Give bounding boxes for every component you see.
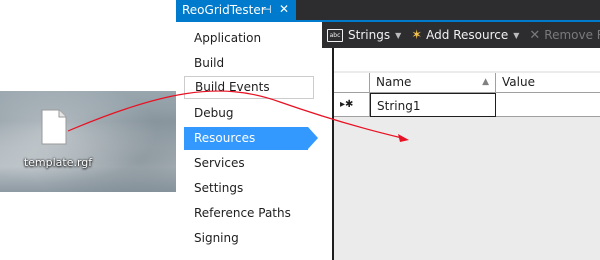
property-nav: Application Build Build Events Debug Res… bbox=[176, 22, 332, 260]
file-name-label: template.rgf bbox=[23, 156, 93, 169]
nav-item-settings[interactable]: Settings bbox=[184, 177, 314, 200]
column-header-value[interactable]: Value bbox=[496, 73, 600, 92]
screenshot: template.rgf ReoGridTester ⊣ ✕ Applicati… bbox=[0, 0, 600, 260]
sort-ascending-icon: ▲ bbox=[482, 77, 489, 87]
strings-dropdown[interactable]: abc Strings ▼ bbox=[322, 28, 406, 42]
nav-item-build-events[interactable]: Build Events bbox=[184, 76, 314, 99]
desktop-area: template.rgf bbox=[0, 91, 176, 192]
table-row[interactable]: ▸✱ String1 bbox=[334, 93, 600, 117]
remove-resource-label: Remove Res bbox=[544, 28, 600, 42]
corner-cell[interactable] bbox=[334, 73, 370, 92]
grid-header-row: Name ▲ Value bbox=[334, 73, 600, 93]
chevron-down-icon: ▼ bbox=[513, 30, 520, 40]
add-resource-icon: ✶ bbox=[411, 27, 423, 43]
resource-toolbar: abc Strings ▼ ✶ Add Resource ▼ ✕ Remove … bbox=[322, 22, 600, 48]
nav-item-reference-paths[interactable]: Reference Paths bbox=[184, 202, 314, 225]
column-header-name[interactable]: Name ▲ bbox=[370, 73, 496, 92]
value-cell[interactable] bbox=[496, 93, 600, 117]
abc-icon: abc bbox=[327, 28, 343, 42]
title-bar: ReoGridTester ⊣ ✕ bbox=[176, 0, 600, 20]
nav-item-build[interactable]: Build bbox=[184, 52, 314, 75]
chevron-down-icon: ▼ bbox=[395, 30, 402, 40]
strings-label: Strings bbox=[348, 28, 391, 42]
remove-icon: ✕ bbox=[529, 27, 541, 43]
grid-top-margin bbox=[322, 48, 600, 71]
nav-item-application[interactable]: Application bbox=[184, 27, 314, 50]
add-resource-label: Add Resource bbox=[426, 28, 509, 42]
nav-item-resources[interactable]: Resources bbox=[184, 127, 318, 150]
close-icon[interactable]: ✕ bbox=[279, 2, 289, 16]
document-tab-title: ReoGridTester bbox=[182, 3, 266, 17]
new-row-marker-icon[interactable]: ▸✱ bbox=[334, 93, 370, 117]
nav-item-signing[interactable]: Signing bbox=[184, 227, 314, 250]
nav-item-debug[interactable]: Debug bbox=[184, 102, 314, 125]
column-header-name-label: Name bbox=[376, 75, 412, 89]
add-resource-button[interactable]: ✶ Add Resource ▼ bbox=[406, 28, 524, 43]
document-tab[interactable]: ReoGridTester ⊣ ✕ bbox=[176, 0, 296, 20]
nav-item-services[interactable]: Services bbox=[184, 152, 314, 175]
file-icon[interactable] bbox=[40, 109, 68, 145]
column-header-value-label: Value bbox=[502, 75, 535, 89]
pin-icon[interactable]: ⊣ bbox=[262, 3, 272, 16]
remove-resource-button[interactable]: ✕ Remove Res bbox=[524, 28, 600, 43]
name-cell[interactable]: String1 bbox=[370, 93, 496, 117]
